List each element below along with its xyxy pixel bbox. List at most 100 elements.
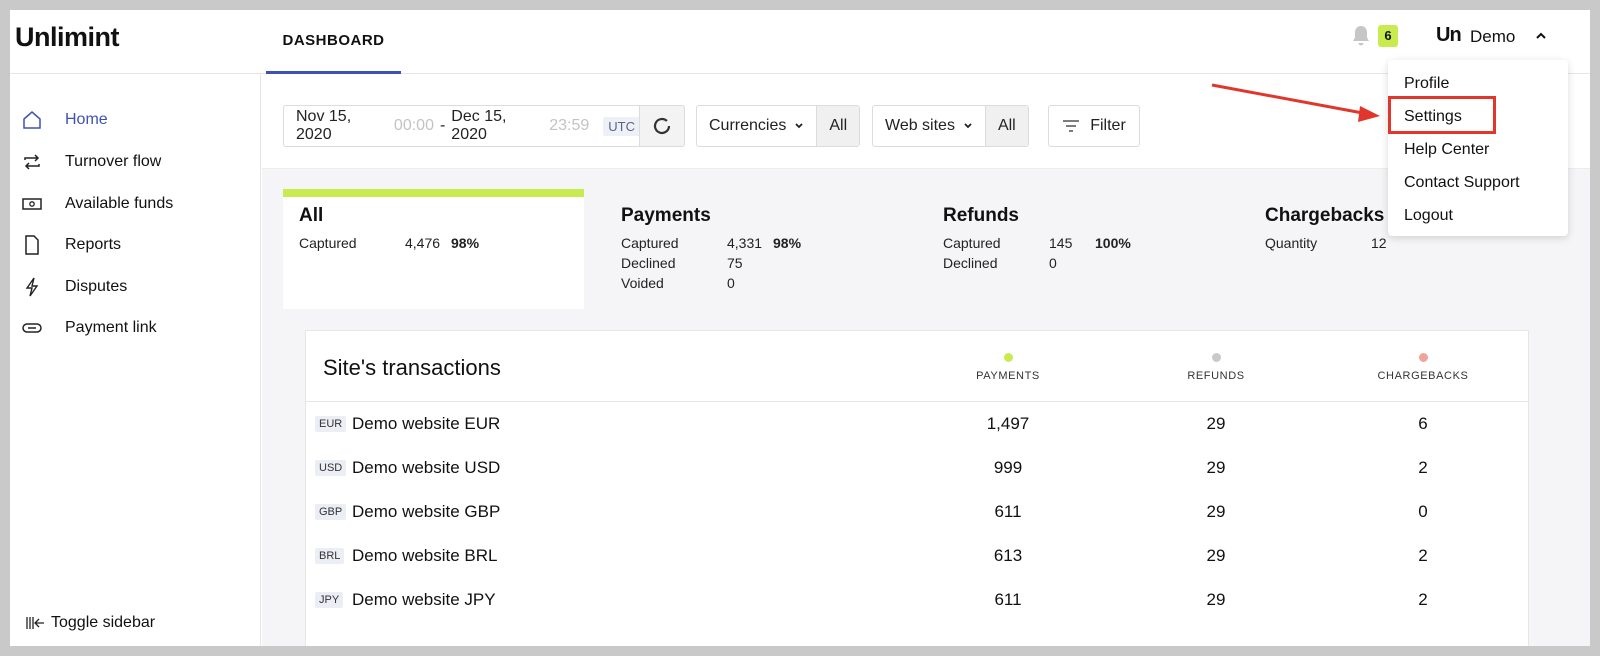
chevron-down-icon (964, 123, 972, 129)
table-row[interactable]: USD Demo website USD 999 29 2 (306, 448, 1528, 492)
websites-label: Web sites (885, 117, 955, 134)
settings-highlight-box (1388, 96, 1496, 134)
logo: Unlimint (15, 22, 120, 52)
legend-dot-icon (1003, 353, 1013, 362)
date-range-picker[interactable]: Nov 15, 2020 00:00 - Dec 15, 2020 23:59 … (283, 105, 641, 147)
card-row-value: 4,476 (405, 235, 441, 251)
toggle-sidebar-label: Toggle sidebar (51, 614, 156, 631)
column-header-payments[interactable]: PAYMENTS (938, 353, 1078, 382)
sidebar-item-label: Home (65, 111, 108, 128)
chargebacks-value: 2 (1418, 546, 1428, 565)
toggle-sidebar-button[interactable]: Toggle sidebar (25, 614, 155, 632)
table-row[interactable]: EUR Demo website EUR 1,497 29 6 (306, 404, 1528, 448)
chargebacks-value: 2 (1418, 590, 1428, 609)
card-row-value: 145 (1049, 235, 1073, 251)
bell-icon[interactable] (1350, 24, 1372, 48)
payments-value: 611 (994, 590, 1022, 609)
stat-card-all[interactable]: All Captured 4,476 98% (283, 189, 584, 309)
currency-badge: USD (315, 460, 347, 476)
lightning-icon (25, 277, 39, 297)
column-header-refunds[interactable]: REFUNDS (1146, 353, 1286, 382)
card-row-label: Declined (943, 255, 998, 271)
menu-item-contact-support[interactable]: Contact Support (1388, 166, 1568, 199)
table-row[interactable]: JPY Demo website JPY 611 29 2 (306, 580, 1528, 624)
legend-dot-icon (1211, 353, 1221, 362)
sidebar-item-available-funds[interactable]: Available funds (10, 184, 260, 224)
payments-value: 613 (993, 546, 1023, 565)
document-icon (25, 235, 39, 255)
card-row: Quantity 12 (1265, 233, 1534, 253)
websites-select[interactable]: Web sites All (872, 105, 1029, 147)
sidebar-item-turnover-flow[interactable]: Turnover flow (10, 142, 260, 182)
column-header-chargebacks[interactable]: CHARGEBACKS (1353, 353, 1493, 382)
card-row-label: Voided (621, 275, 664, 291)
repeat-icon (24, 154, 40, 170)
refunds-value: 29 (1206, 502, 1226, 521)
column-label: CHARGEBACKS (1377, 370, 1469, 382)
card-title: All (299, 205, 324, 226)
payments-value: 611 (994, 502, 1022, 521)
card-row: Declined 0 (943, 253, 1212, 273)
websites-value: All (984, 106, 1028, 146)
refunds-value: 29 (1206, 414, 1226, 433)
table-title: Site's transactions (323, 355, 501, 380)
card-row-label: Captured (943, 235, 1001, 251)
filter-label: Filter (1090, 117, 1126, 134)
site-name: Demo website EUR (352, 414, 501, 433)
sidebar-item-home[interactable]: Home (10, 100, 260, 140)
currency-badge: JPY (315, 592, 344, 608)
card-row-label: Declined (621, 255, 676, 271)
stat-card-payments[interactable]: Payments Captured 4,331 98% Declined 75 … (605, 189, 906, 309)
card-row-label: Captured (299, 235, 357, 251)
card-row-percent: 100% (1095, 235, 1131, 251)
sidebar-item-label: Available funds (65, 195, 174, 212)
currencies-value: All (816, 106, 860, 146)
table-row[interactable]: GBP Demo website GBP 611 29 0 (306, 492, 1528, 536)
card-row-label: Quantity (1265, 235, 1318, 251)
column-label: REFUNDS (1187, 370, 1245, 382)
sidebar: Home Turnover flow Available funds Repor… (10, 74, 261, 646)
sidebar-item-reports[interactable]: Reports (10, 225, 260, 265)
table-row[interactable]: BRL Demo website BRL 613 29 2 (306, 536, 1528, 580)
currency-badge: GBP (315, 504, 347, 520)
link-icon (22, 323, 42, 333)
card-row-percent: 98% (451, 235, 480, 251)
site-transactions-table: Site's transactions PAYMENTS REFUNDS CHA… (305, 330, 1529, 646)
menu-item-help-center[interactable]: Help Center (1388, 133, 1568, 166)
card-row: Voided 0 (621, 273, 890, 293)
notification-badge[interactable]: 6 (1378, 25, 1398, 47)
chargebacks-value: 2 (1418, 458, 1428, 477)
card-row-value: 0 (727, 275, 735, 291)
date-to: Dec 15, 2020 (451, 108, 507, 143)
time-to: 23:59 (549, 117, 590, 134)
card-row-value: 75 (727, 255, 743, 271)
user-avatar-icon[interactable]: Un (1436, 24, 1462, 47)
timezone-badge: UTC (603, 116, 640, 136)
sidebar-item-payment-link[interactable]: Payment link (10, 308, 260, 348)
chargebacks-value: 0 (1418, 502, 1428, 521)
user-menu: Profile Settings Help Center Contact Sup… (1388, 60, 1568, 236)
refresh-icon (653, 117, 671, 135)
currency-badge: EUR (315, 416, 347, 432)
sidebar-item-disputes[interactable]: Disputes (10, 267, 260, 307)
menu-item-logout[interactable]: Logout (1388, 199, 1568, 232)
user-name[interactable]: Demo (1470, 27, 1515, 47)
card-row-value: 12 (1371, 235, 1387, 251)
refresh-button[interactable] (639, 105, 685, 147)
filter-button[interactable]: Filter (1048, 105, 1140, 147)
currencies-select[interactable]: Currencies All (696, 105, 861, 147)
sidebar-item-label: Turnover flow (65, 153, 162, 170)
collapse-sidebar-icon (26, 617, 44, 629)
currency-badge: BRL (315, 548, 345, 564)
stat-card-refunds[interactable]: Refunds Captured 145 100% Declined 0 (927, 189, 1228, 309)
card-title: Refunds (943, 205, 1019, 226)
card-row: Captured 145 100% (943, 233, 1212, 253)
date-separator: - (439, 117, 446, 134)
top-bar: Unlimint DASHBOARD 6 Un Demo (10, 10, 1590, 74)
tab-dashboard[interactable]: DASHBOARD (266, 10, 401, 74)
site-name: Demo website USD (352, 458, 501, 477)
chargebacks-value: 6 (1418, 414, 1428, 433)
sidebar-item-label: Reports (65, 236, 122, 253)
refunds-value: 29 (1206, 590, 1226, 609)
chevron-up-icon[interactable] (1534, 29, 1548, 43)
